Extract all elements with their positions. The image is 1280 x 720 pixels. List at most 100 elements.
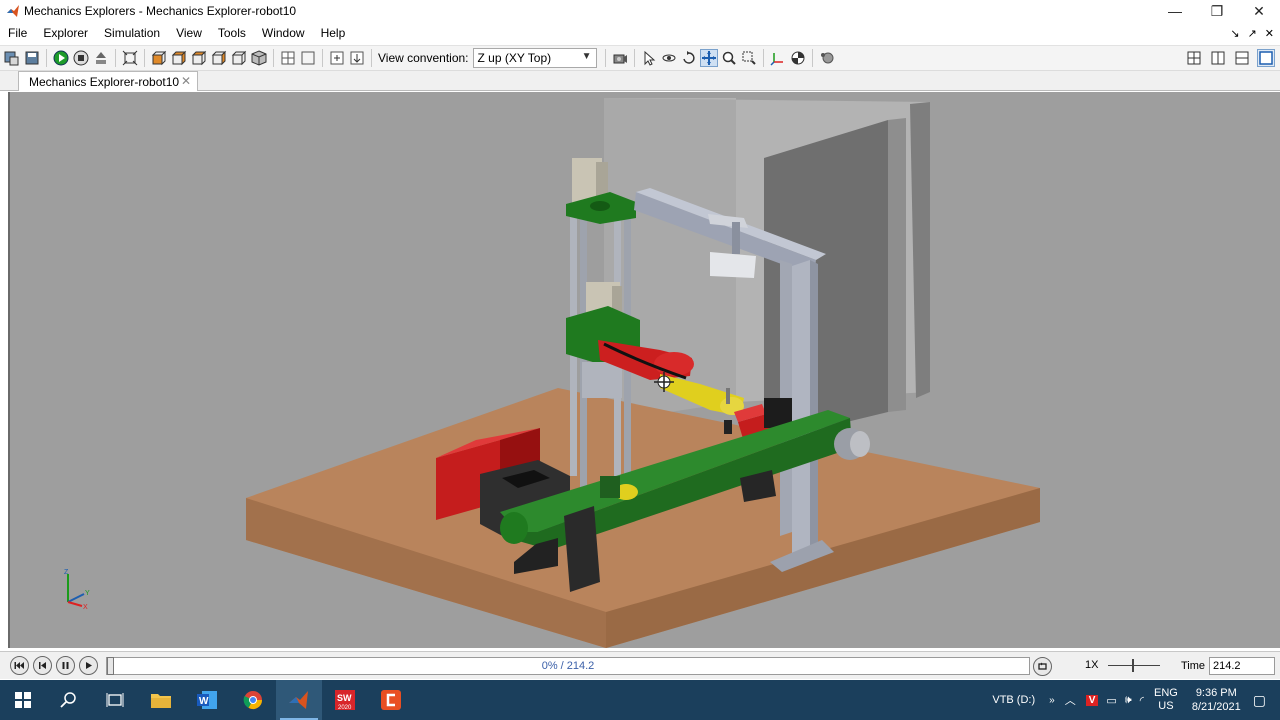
close-tab-icon[interactable]: ✕ — [181, 74, 191, 88]
toolbar-separator — [115, 49, 116, 67]
lang-bottom: US — [1158, 700, 1174, 712]
taskbar-search-button[interactable] — [46, 680, 92, 720]
fit-to-view-icon — [122, 50, 138, 66]
toolbar-separator — [46, 49, 47, 67]
view-back-button[interactable] — [170, 49, 188, 67]
time-input[interactable]: 214.2 — [1209, 657, 1275, 675]
close-figure-icon[interactable]: ✕ — [1265, 27, 1274, 40]
toolbar-separator — [273, 49, 274, 67]
view-left-button[interactable] — [190, 49, 208, 67]
file-explorer-button[interactable] — [138, 680, 184, 720]
save-button[interactable] — [23, 49, 41, 67]
tray-overflow-icon[interactable]: » — [1049, 695, 1055, 706]
menu-simulation[interactable]: Simulation — [96, 26, 168, 40]
view-isometric-button[interactable] — [250, 49, 268, 67]
layout-four-button[interactable] — [1185, 49, 1203, 67]
model-icon — [4, 51, 19, 66]
word-button[interactable]: W — [184, 680, 230, 720]
matlab-button[interactable] — [276, 680, 322, 720]
battery-icon[interactable]: ▭ — [1106, 694, 1116, 707]
grid-icon — [281, 51, 295, 65]
windows-taskbar: W SW 2020 VTB (D:) » ︿ V ▭ 🕪 ◜ ENG US 9:… — [0, 680, 1280, 720]
play-button[interactable] — [79, 656, 98, 675]
progress-thumb[interactable] — [107, 657, 114, 675]
playback-progress[interactable]: 0% / 214.2 — [106, 657, 1030, 675]
speed-slider[interactable] — [1108, 659, 1160, 672]
svg-text:W: W — [199, 696, 209, 707]
mechanics-explorer-window: Mechanics Explorers - Mechanics Explorer… — [0, 0, 1280, 720]
camera-settings-button[interactable] — [611, 49, 629, 67]
show-hidden-icons[interactable]: ︿ — [1065, 692, 1076, 708]
layout-single-button[interactable] — [1257, 49, 1275, 67]
stop-button[interactable] — [72, 49, 90, 67]
task-view-icon — [106, 693, 124, 707]
view-convention-select[interactable]: Z up (XY Top) ▼ — [472, 48, 597, 68]
drive-label[interactable]: VTB (D:) — [992, 694, 1035, 706]
undock-icon[interactable]: ↗ — [1248, 27, 1257, 40]
menu-view[interactable]: View — [168, 26, 210, 40]
toolbar-separator — [762, 49, 764, 67]
run-button[interactable] — [52, 49, 70, 67]
menu-help[interactable]: Help — [313, 26, 354, 40]
solidworks-button[interactable]: SW 2020 — [322, 680, 368, 720]
chevron-down-icon: ▼ — [581, 51, 592, 62]
layout-columns-button[interactable] — [1209, 49, 1227, 67]
pause-button[interactable] — [56, 656, 75, 675]
update-diagram-button[interactable] — [92, 49, 110, 67]
input-language[interactable]: ENG US — [1154, 687, 1178, 713]
camtasia-button[interactable] — [368, 680, 414, 720]
zoom-box-button[interactable] — [740, 49, 758, 67]
expand-tree-button[interactable] — [348, 49, 366, 67]
pause-icon — [62, 662, 69, 669]
triad-y-label: Y — [85, 590, 90, 597]
view-front-button[interactable] — [150, 49, 168, 67]
fit-to-view-button[interactable] — [121, 49, 139, 67]
step-back-button[interactable] — [33, 656, 52, 675]
3d-viewport[interactable]: Z Y X — [8, 92, 1280, 648]
carriage-lower-block — [582, 362, 622, 398]
open-model-button[interactable] — [3, 49, 21, 67]
pan-tool-button[interactable] — [699, 49, 718, 67]
notifications-icon[interactable]: ▢ — [1253, 692, 1266, 709]
system-clock[interactable]: 9:36 PM 8/21/2021 — [1192, 686, 1241, 714]
tab-mechanics-explorer-robot10[interactable]: Mechanics Explorer-robot10 ✕ — [18, 71, 198, 91]
menu-tools[interactable]: Tools — [210, 26, 254, 40]
antivirus-icon[interactable]: V — [1085, 694, 1099, 706]
view-convention-value: Z up (XY Top) — [477, 51, 552, 65]
select-tool-button[interactable] — [640, 49, 658, 67]
volume-icon[interactable]: 🕪 — [1125, 694, 1132, 707]
wifi-icon[interactable]: ◜ — [1140, 694, 1144, 707]
layout-rows-button[interactable] — [1233, 49, 1251, 67]
zoom-tool-button[interactable] — [720, 49, 738, 67]
toggle-center-of-mass-button[interactable] — [789, 49, 807, 67]
lighting-button[interactable] — [818, 49, 836, 67]
roll-icon — [682, 51, 695, 64]
task-view-button[interactable] — [92, 680, 138, 720]
save-icon — [25, 51, 39, 65]
menu-window[interactable]: Window — [254, 26, 313, 40]
minimize-button[interactable]: — — [1154, 0, 1196, 22]
menu-explorer[interactable]: Explorer — [35, 26, 96, 40]
toggle-frames-button[interactable] — [769, 49, 787, 67]
view-right-button[interactable] — [210, 49, 228, 67]
rotate-tool-button[interactable] — [660, 49, 678, 67]
split-view-button[interactable] — [279, 49, 297, 67]
menu-file[interactable]: File — [0, 26, 35, 40]
tab-strip: Mechanics Explorer-robot10 ✕ — [0, 71, 1280, 91]
speed-slider-knob[interactable] — [1132, 659, 1134, 672]
roll-tool-button[interactable] — [680, 49, 698, 67]
chrome-button[interactable] — [230, 680, 276, 720]
loop-button[interactable] — [1033, 657, 1052, 676]
restore-button[interactable]: ❐ — [1196, 0, 1238, 22]
menu-bar: File Explorer Simulation View Tools Wind… — [0, 22, 1280, 44]
close-window-button[interactable]: ✕ — [1238, 0, 1280, 22]
rewind-button[interactable] — [10, 656, 29, 675]
dock-icon[interactable]: ↘ — [1230, 27, 1239, 40]
rewind-icon — [14, 662, 24, 669]
view-top-button[interactable] — [230, 49, 248, 67]
start-button[interactable] — [0, 680, 46, 720]
layout-rows-icon — [1235, 51, 1249, 65]
single-view-button[interactable] — [299, 49, 317, 67]
collapse-tree-button[interactable] — [328, 49, 346, 67]
window-icon — [301, 51, 315, 65]
